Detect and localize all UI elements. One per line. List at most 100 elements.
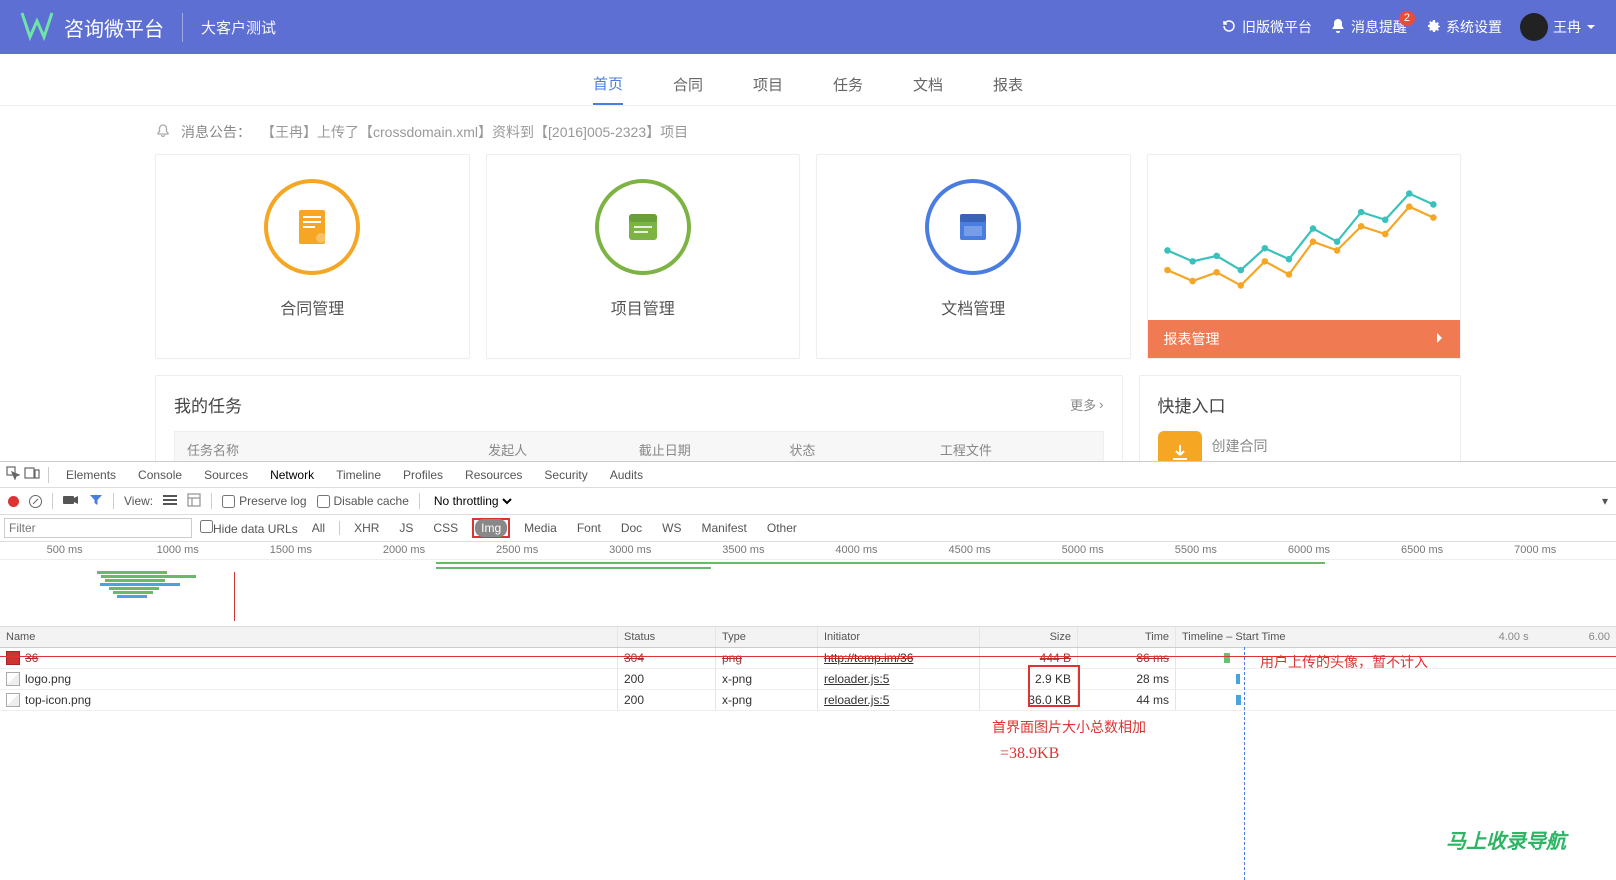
camera-icon[interactable] (63, 494, 79, 509)
filter-icon[interactable] (89, 493, 103, 510)
separator (113, 493, 114, 509)
more-link[interactable]: 更多 › (1070, 395, 1103, 414)
card-document[interactable]: 文档管理 (816, 154, 1131, 359)
dropdown-icon[interactable]: ▾ (1602, 494, 1608, 508)
col-time[interactable]: Time (1078, 627, 1176, 647)
document-icon (925, 179, 1021, 275)
table-row[interactable]: top-icon.png 200 x-png reloader.js:5 36.… (0, 690, 1616, 711)
devtools-tabs: Elements Console Sources Network Timelin… (0, 462, 1616, 488)
filter-js[interactable]: JS (393, 519, 419, 537)
tab-home[interactable]: 首页 (593, 64, 623, 105)
network-table: Name Status Type Initiator Size Time Tim… (0, 627, 1616, 880)
report-chart (1162, 169, 1447, 299)
settings-label: 系统设置 (1446, 17, 1502, 37)
filter-css[interactable]: CSS (427, 519, 464, 537)
devtab-resources[interactable]: Resources (456, 464, 531, 486)
user-menu[interactable]: 王冉 (1520, 13, 1596, 41)
devtab-timeline[interactable]: Timeline (327, 464, 390, 486)
separator (48, 467, 49, 483)
filter-img[interactable]: Img (475, 519, 507, 537)
col-name[interactable]: Name (0, 627, 618, 647)
view-list-icon[interactable] (163, 493, 177, 510)
col-type[interactable]: Type (716, 627, 818, 647)
filter-manifest[interactable]: Manifest (696, 519, 753, 537)
chevron-down-icon (1586, 19, 1596, 35)
file-icon (6, 693, 20, 707)
preserve-log-checkbox[interactable]: Preserve log (222, 494, 306, 508)
devtab-security[interactable]: Security (535, 464, 596, 486)
filter-doc[interactable]: Doc (615, 519, 648, 537)
file-icon (6, 651, 20, 665)
quick-entry-title: 快捷入口 (1158, 392, 1226, 417)
timeline-overview[interactable]: 500 ms1000 ms1500 ms2000 ms2500 ms3000 m… (0, 542, 1616, 627)
card-project-label: 项目管理 (611, 295, 675, 319)
col-status[interactable]: Status (618, 627, 716, 647)
more-label: 更多 (1070, 395, 1096, 414)
card-report[interactable]: 报表管理 (1147, 154, 1462, 359)
bell-icon (1330, 18, 1346, 37)
old-version-label: 旧版微平台 (1242, 17, 1312, 37)
filter-all[interactable]: All (306, 519, 331, 537)
devtab-elements[interactable]: Elements (57, 464, 125, 486)
settings-button[interactable]: 系统设置 (1425, 17, 1502, 37)
devtab-console[interactable]: Console (129, 464, 191, 486)
contract-icon (264, 179, 360, 275)
filter-input[interactable] (4, 518, 192, 538)
tab-report[interactable]: 报表 (993, 64, 1023, 105)
notifications-button[interactable]: 消息提醒 2 (1330, 17, 1407, 37)
filter-media[interactable]: Media (518, 519, 563, 537)
announcement-text: 【王冉】上传了【crossdomain.xml】资料到【[2016]005-23… (261, 122, 688, 142)
notification-badge: 2 (1399, 11, 1415, 26)
col-deadline: 截止日期 (639, 440, 790, 459)
watermark: 马上收录导航 (1446, 825, 1566, 854)
card-project[interactable]: 项目管理 (486, 154, 801, 359)
avatar-icon (1520, 13, 1548, 41)
filter-font[interactable]: Font (571, 519, 607, 537)
col-initiator[interactable]: Initiator (818, 627, 980, 647)
project-icon (595, 179, 691, 275)
size-highlight-box (1028, 665, 1080, 707)
hide-data-urls-checkbox[interactable]: Hide data URLs (200, 520, 298, 536)
col-initiator: 发起人 (488, 440, 639, 459)
throttling-select[interactable]: No throttling (430, 493, 515, 509)
separator (339, 521, 340, 535)
clear-button[interactable] (29, 495, 42, 508)
main-nav: 首页 合同 项目 任务 文档 报表 (0, 64, 1616, 106)
col-status: 状态 (789, 440, 940, 459)
separator (52, 493, 53, 509)
disable-cache-checkbox[interactable]: Disable cache (317, 494, 409, 508)
record-button[interactable] (8, 496, 19, 507)
timeline-marker (1244, 647, 1245, 880)
tab-project[interactable]: 项目 (753, 64, 783, 105)
my-tasks-title: 我的任务 (174, 392, 242, 417)
filter-other[interactable]: Other (761, 519, 803, 537)
tab-contract[interactable]: 合同 (673, 64, 703, 105)
report-action-button[interactable]: 报表管理 (1148, 320, 1461, 358)
filter-img-highlight: Img (472, 518, 510, 538)
table-row[interactable]: logo.png 200 x-png reloader.js:5 2.9 KB … (0, 669, 1616, 690)
devtab-sources[interactable]: Sources (195, 464, 257, 486)
network-toolbar: View: Preserve log Disable cache No thro… (0, 488, 1616, 515)
col-timeline[interactable]: Timeline – Start Time 4.00 s 6.00 (1176, 627, 1616, 647)
inspect-icon[interactable] (6, 466, 20, 483)
announcement-prefix: 消息公告： (181, 122, 251, 142)
filter-ws[interactable]: WS (656, 519, 687, 537)
devtab-network[interactable]: Network (261, 464, 323, 486)
col-size[interactable]: Size (980, 627, 1078, 647)
devtools-panel: Elements Console Sources Network Timelin… (0, 461, 1616, 880)
col-task-name: 任务名称 (187, 440, 488, 459)
announcement-bar: 消息公告： 【王冉】上传了【crossdomain.xml】资料到【[2016]… (155, 122, 1461, 142)
card-contract[interactable]: 合同管理 (155, 154, 470, 359)
tab-document[interactable]: 文档 (913, 64, 943, 105)
device-icon[interactable] (24, 466, 40, 483)
annotation-sum2: =38.9KB (1000, 745, 1059, 763)
quick-item-label[interactable]: 创建合同 (1212, 436, 1268, 456)
report-action-label: 报表管理 (1164, 329, 1220, 349)
devtab-profiles[interactable]: Profiles (394, 464, 452, 486)
old-version-link[interactable]: 旧版微平台 (1221, 17, 1312, 37)
devtab-audits[interactable]: Audits (601, 464, 652, 486)
view-frame-icon[interactable] (187, 493, 201, 510)
filter-xhr[interactable]: XHR (348, 519, 385, 537)
tab-task[interactable]: 任务 (833, 64, 863, 105)
file-icon (6, 672, 20, 686)
